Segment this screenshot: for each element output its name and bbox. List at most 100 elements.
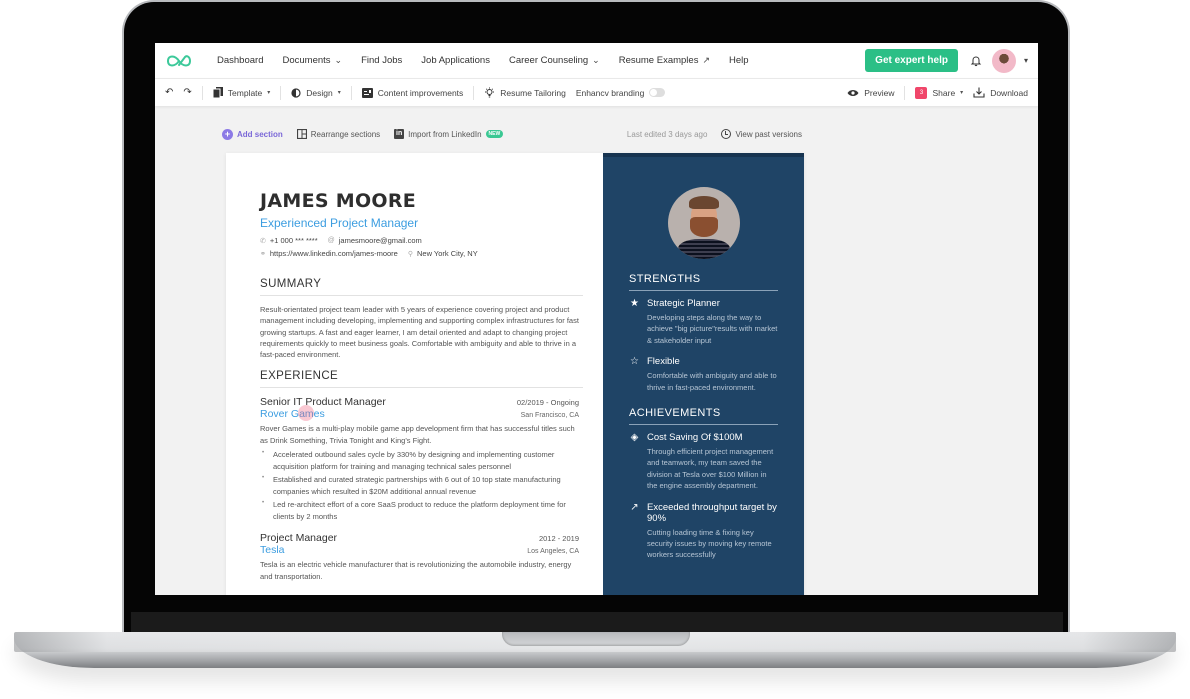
achievement-description: Cutting loading time & fixing key securi… [647, 527, 772, 560]
preview-button[interactable]: Preview [847, 88, 894, 98]
share-label: Share [932, 87, 956, 98]
job-dates[interactable]: 02/2019 - Ongoing [517, 398, 583, 407]
branding-toggle[interactable]: Enhancv branding [576, 88, 666, 98]
download-button[interactable]: Download [973, 87, 1028, 98]
caret-down-icon: ▾ [960, 90, 964, 96]
toolbar-divider [280, 85, 282, 100]
content-improvements-icon [361, 87, 373, 98]
strength-item[interactable]: ☆ Flexible Comfortable with ambiguity an… [629, 356, 778, 393]
photo-beard [689, 217, 718, 237]
job-dates[interactable]: 2012 - 2019 [539, 534, 583, 543]
location-field[interactable]: ⚲ New York City, NY [408, 249, 478, 258]
job-title[interactable]: Senior IT Product Manager [260, 396, 386, 408]
add-section-label: Add section [237, 129, 283, 139]
template-label: Template [227, 87, 263, 98]
location-pin-icon: ⚲ [407, 250, 413, 258]
linkedin-text: https://www.linkedin.com/james-moore [269, 249, 398, 258]
strength-description: Comfortable with ambiguity and able to t… [647, 371, 777, 392]
achievement-item[interactable]: ↗ Exceeded throughput target by 90% Cutt… [629, 502, 778, 561]
job-company-text: Rover Games [260, 408, 325, 421]
achievement-content: Cost Saving Of $100M Through efficient p… [647, 432, 778, 492]
link-icon: ⚭ [260, 250, 266, 258]
redo-button[interactable]: ↷ [183, 87, 191, 98]
nav-career-counseling[interactable]: Career Counseling ⌄ [509, 55, 600, 66]
star-filled-icon: ★ [630, 298, 639, 309]
job-header-row: Project Manager 2012 - 2019 [260, 532, 583, 544]
strengths-heading[interactable]: STRENGTHS [629, 273, 778, 291]
job-description[interactable]: Rover Games is a multi-play mobile game … [260, 423, 583, 446]
email-field[interactable]: @ jamesmoore@gmail.com [328, 236, 422, 245]
photo-shirt [677, 239, 730, 259]
contact-row: ⚭ https://www.linkedin.com/james-moore ⚲ N… [260, 249, 583, 258]
view-past-versions-button[interactable]: View past versions [721, 129, 802, 139]
achievements-heading[interactable]: ACHIEVEMENTS [629, 407, 778, 426]
job-company[interactable]: Tesla [260, 544, 285, 556]
nav-resume-examples[interactable]: Resume Examples ↗ [619, 55, 710, 66]
import-linkedin-button[interactable]: in Import from LinkedIn NEW [394, 129, 504, 139]
nav-find-jobs[interactable]: Find Jobs [361, 55, 402, 66]
design-dropdown[interactable]: Design ▾ [291, 88, 341, 98]
profile-photo[interactable] [667, 187, 740, 259]
resume-title[interactable]: Experienced Project Manager [260, 216, 583, 230]
experience-entry[interactable]: Senior IT Product Manager 02/2019 - Ongo… [260, 396, 583, 522]
job-description[interactable]: Tesla is an electric vehicle manufacture… [260, 559, 583, 582]
template-dropdown[interactable]: Template ▾ [212, 87, 270, 98]
undo-icon: ↶ [165, 87, 174, 98]
account-caret-icon[interactable]: ▾ [1024, 56, 1028, 65]
version-info: Last edited 3 days ago View past version… [627, 129, 802, 139]
phone-icon: ✆ [260, 237, 266, 245]
nav-documents[interactable]: Documents ⌄ [282, 55, 342, 66]
job-company[interactable]: Rover Games [260, 405, 325, 422]
nav-help[interactable]: Help [729, 55, 749, 66]
job-location[interactable]: San Francisco, CA [521, 412, 583, 419]
resume-tailoring-label: Resume Tailoring [500, 87, 566, 98]
branding-switch[interactable] [649, 88, 666, 97]
bell-icon[interactable] [970, 55, 982, 67]
job-bullets: Accelerated outbound sales cycle by 330%… [260, 448, 583, 522]
strength-title: Strategic Planner [647, 298, 720, 309]
job-bullet[interactable]: Accelerated outbound sales cycle by 330%… [260, 448, 583, 472]
summary-heading[interactable]: SUMMARY [260, 278, 583, 296]
toolbar-divider [201, 85, 203, 100]
toolbar-divider [904, 85, 906, 100]
preview-label: Preview [864, 87, 895, 98]
achievement-title: Exceeded throughput target by 90% [647, 501, 777, 524]
enhancv-logo-icon[interactable] [165, 52, 193, 70]
nav-job-applications[interactable]: Job Applications [421, 55, 490, 66]
add-section-button[interactable]: + Add section [222, 128, 283, 140]
eye-icon [847, 89, 859, 96]
lightbulb-icon [485, 87, 495, 98]
share-count-badge: 3 [915, 86, 928, 99]
undo-button[interactable]: ↶ [165, 87, 173, 98]
nav-career-counseling-label: Career Counseling [508, 55, 589, 66]
nav-dashboard[interactable]: Dashboard [217, 55, 263, 66]
phone-field[interactable]: ✆ +1 000 *** **** [260, 236, 318, 245]
get-expert-help-button[interactable]: Get expert help [865, 49, 958, 72]
share-dropdown[interactable]: 3 Share ▾ [915, 86, 964, 99]
summary-text[interactable]: Result-orientated project team leader wi… [260, 304, 583, 360]
experience-entry[interactable]: Project Manager 2012 - 2019 Tesla Los An… [260, 532, 583, 582]
at-icon: @ [327, 237, 335, 244]
resume-page: JAMES MOORE Experienced Project Manager … [226, 153, 804, 595]
rearrange-sections-button[interactable]: Rearrange sections [296, 129, 381, 139]
achievement-item[interactable]: ◈ Cost Saving Of $100M Through efficient… [629, 432, 778, 492]
clock-icon [721, 129, 732, 139]
strength-item[interactable]: ★ Strategic Planner Developing steps alo… [629, 298, 778, 346]
new-badge: NEW [485, 130, 504, 138]
job-title[interactable]: Project Manager [260, 532, 337, 544]
achievement-content: Exceeded throughput target by 90% Cuttin… [647, 502, 778, 561]
resume-tailoring-button[interactable]: Resume Tailoring [484, 87, 566, 98]
linkedin-field[interactable]: ⚭ https://www.linkedin.com/james-moore [260, 249, 398, 258]
job-bullet[interactable]: Established and curated strategic partne… [260, 473, 583, 497]
job-location[interactable]: Los Angeles, CA [527, 548, 583, 555]
download-icon [973, 87, 985, 98]
job-bullet[interactable]: Led re-architect effort of a core SaaS p… [260, 498, 583, 522]
rearrange-label: Rearrange sections [310, 129, 381, 139]
experience-heading[interactable]: EXPERIENCE [260, 370, 583, 389]
photo-hair [688, 196, 719, 209]
user-avatar[interactable] [991, 48, 1016, 73]
resume-name[interactable]: JAMES MOORE [260, 190, 583, 212]
content-improvements-button[interactable]: Content improvements [361, 87, 463, 98]
plus-circle-icon: + [222, 128, 233, 140]
resume-main-column: JAMES MOORE Experienced Project Manager … [226, 153, 603, 595]
